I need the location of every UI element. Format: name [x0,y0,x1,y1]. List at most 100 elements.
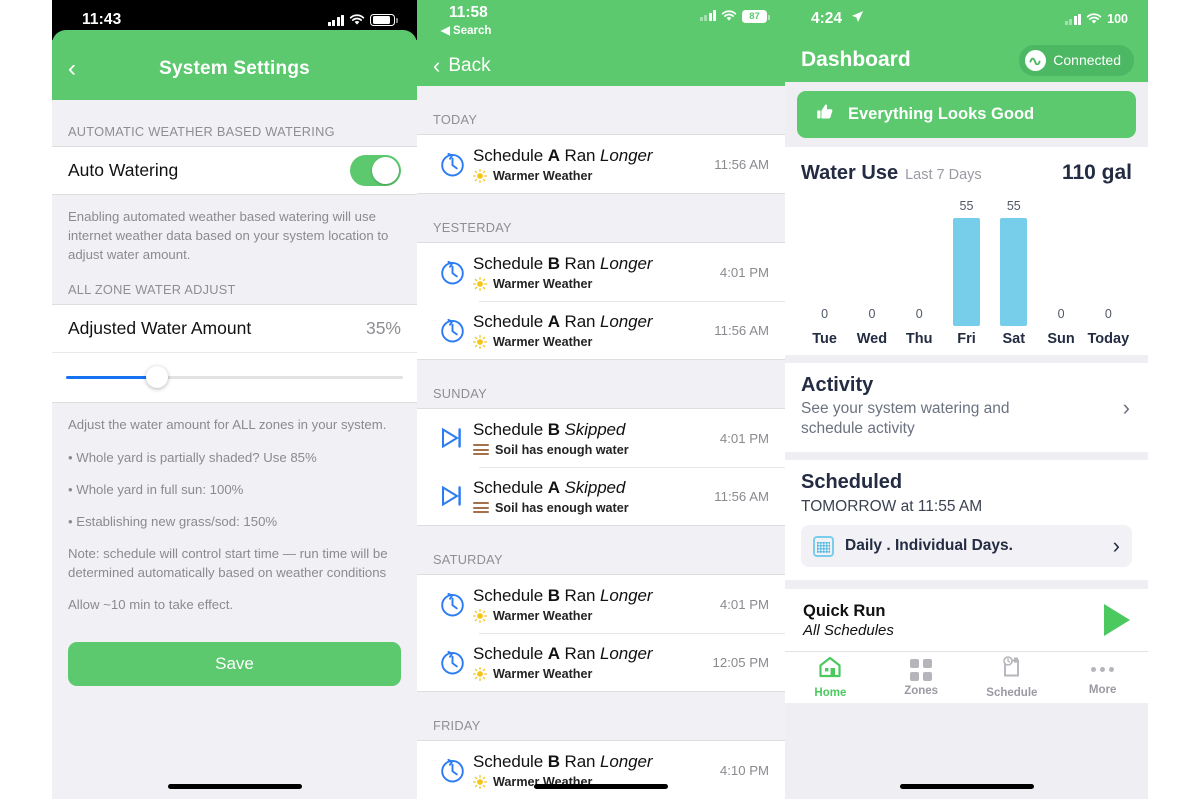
quick-run-subtitle: All Schedules [803,621,894,639]
activity-row-reason: Soil has enough water [473,501,706,515]
activity-row-title: Schedule A Ran Longer [473,145,653,165]
activity-row-reason: Soil has enough water [473,443,712,457]
bottom-tab-bar[interactable]: Home Zones Schedule More [785,651,1148,704]
schedule-clock-icon [1000,656,1024,683]
battery-percent: 87 [749,10,760,22]
chevron-right-icon[interactable]: › [1113,535,1120,557]
clock-ran-longer-icon [431,259,473,286]
back-to-search-link[interactable]: ◀ Search [441,23,491,37]
status-time: 4:24 [811,10,843,27]
activity-row-title: Schedule A Ran Longer [473,311,653,331]
activity-row-title: Schedule A Skipped [473,477,626,497]
sun-icon [472,334,488,349]
panel-activity-log: 11:58 ◀ Search 87 ‹ Back TODAY Schedule A… [417,0,785,799]
system-status-banner[interactable]: Everything Looks Good [797,91,1136,138]
chart-bar-label: Tue [812,331,837,347]
section-header-auto-weather: AUTOMATIC WEATHER BASED WATERING [68,124,335,139]
save-button[interactable]: Save [68,642,401,687]
chart-bar [952,218,980,326]
tab-zones-label: Zones [904,684,939,697]
activity-row-time: 4:01 PM [719,596,769,612]
cellular-signal-icon [327,14,344,26]
activity-groups: TODAY Schedule A Ran Longer Warmer Weather… [417,86,785,799]
activity-row[interactable]: Schedule A Ran Longer Warmer Weather 11:56… [417,135,785,193]
help-line-0: Adjust the water amount for ALL zones in… [68,417,387,433]
help-line-5: Allow ~10 min to take effect. [68,597,234,613]
scheduled-card: Scheduled TOMORROW at 11:55 AM Daily . I… [785,460,1148,581]
tab-more[interactable]: More [1057,660,1148,696]
wifi-icon [349,14,365,26]
activity-row[interactable]: Schedule B Skipped Soil has enough water 4… [417,409,785,467]
back-button-label[interactable]: Back [448,55,490,77]
chevron-right-icon[interactable]: › [1123,396,1130,419]
auto-watering-toggle[interactable] [350,155,401,186]
home-indicator [899,784,1034,789]
nav-bar-back[interactable]: ‹ Back [417,46,785,86]
wifi-icon [721,10,737,22]
chart-bar-value: 0 [821,307,829,321]
home-icon [818,656,842,683]
sun-icon [472,608,488,623]
section-header-zone-adjust: ALL ZONE WATER ADJUST [68,282,236,298]
adjusted-water-amount-value: 35% [365,318,401,339]
home-indicator [167,784,302,789]
activity-day-header: TODAY [433,112,478,127]
status-indicators [327,13,398,27]
nav-bar-system-settings: ‹ System Settings [52,40,417,98]
chevron-left-icon[interactable]: ‹ [433,55,440,77]
activity-card[interactable]: Activity See your system watering and sc… [785,363,1148,453]
panel1-body: ‹ System Settings AUTOMATIC WEATHER BASE… [52,30,417,799]
adjusted-water-amount-slider[interactable] [66,366,403,389]
activity-day-group: Schedule B Ran Longer Warmer Weather 4:10 … [417,740,785,799]
connection-status-badge[interactable]: Connected [1019,44,1134,76]
activity-list[interactable]: TODAY Schedule A Ran Longer Warmer Weather… [417,86,785,799]
sun-icon [472,276,488,291]
help-line-4: Note: schedule will control start time —… [68,545,388,581]
quick-run-card[interactable]: Quick Run All Schedules [785,589,1148,652]
activity-row-time: 11:56 AM [714,488,769,504]
panel-dashboard: 4:24 100 Dashboard Connected Everything … [785,0,1148,799]
activity-row[interactable]: Schedule B Ran Longer Warmer Weather 4:01 … [417,575,785,633]
battery-icon: 87 [742,10,770,23]
scheduled-item[interactable]: Daily . Individual Days. › [801,525,1132,568]
activity-row-main: Schedule A Ran Longer Warmer Weather [472,145,706,183]
activity-row[interactable]: Schedule A Ran Longer Warmer Weather 12:05… [417,633,785,691]
tab-schedule-label: Schedule [986,687,1038,700]
activity-row-reason-label: Warmer Weather [493,168,593,183]
chart-bar-value: 0 [868,307,876,321]
quick-run-title: Quick Run [803,601,886,620]
activity-row[interactable]: Schedule A Ran Longer Warmer Weather 11:56… [417,301,785,359]
water-use-card: Water Use Last 7 Days 110 gal 0 Tue 0 Wed 0 Th… [785,147,1148,355]
soil-icon [473,444,489,455]
auto-watering-row[interactable]: Auto Watering [52,147,417,194]
tab-home[interactable]: Home [785,656,876,699]
clock-ran-longer-icon [431,591,473,618]
play-icon[interactable] [1104,604,1130,637]
tab-zones[interactable]: Zones [876,658,967,697]
activity-row[interactable]: Schedule B Ran Longer Warmer Weather 4:01 … [417,243,785,301]
activity-row-main: Schedule B Ran Longer Warmer Weather [472,254,712,291]
zone-adjust-help: Adjust the water amount for ALL zones in… [52,403,417,628]
chart-bar-column: 0 Sun [1037,197,1084,347]
slider-thumb[interactable] [145,366,168,389]
water-use-title-group: Water Use Last 7 Days [801,162,982,185]
activity-row-time: 12:05 PM [712,654,769,670]
chart-bar-label: Wed [856,331,888,347]
clock-ran-longer-icon [431,151,473,178]
activity-row-reason-label: Warmer Weather [493,608,593,623]
status-time: 11:58 [449,4,488,21]
help-paragraph: Enabling automated weather based waterin… [68,209,389,263]
status-bar-panel2: 11:58 ◀ Search 87 [417,0,785,46]
activity-row[interactable]: Schedule B Ran Longer Warmer Weather 4:10 … [417,741,785,799]
chart-bar-column: 0 Today [1085,197,1132,347]
skip-forward-icon [431,426,473,450]
activity-row[interactable]: Schedule A Skipped Soil has enough water 1… [417,467,785,525]
activity-row-title: Schedule B Ran Longer [473,751,653,771]
tab-more-label: More [1088,683,1117,696]
panel-system-settings: 11:43 ‹ System Settings AUTOMATIC WEATHE… [52,0,417,799]
tab-schedule[interactable]: Schedule [967,656,1058,699]
activity-row-reason-label: Warmer Weather [493,666,593,681]
scheduled-item-label: Daily . Individual Days. [845,537,1013,555]
adjusted-water-amount-row[interactable]: Adjusted Water Amount 35% [52,305,417,352]
dashboard-body[interactable]: Everything Looks Good Water Use Last 7 Da… [785,82,1148,799]
